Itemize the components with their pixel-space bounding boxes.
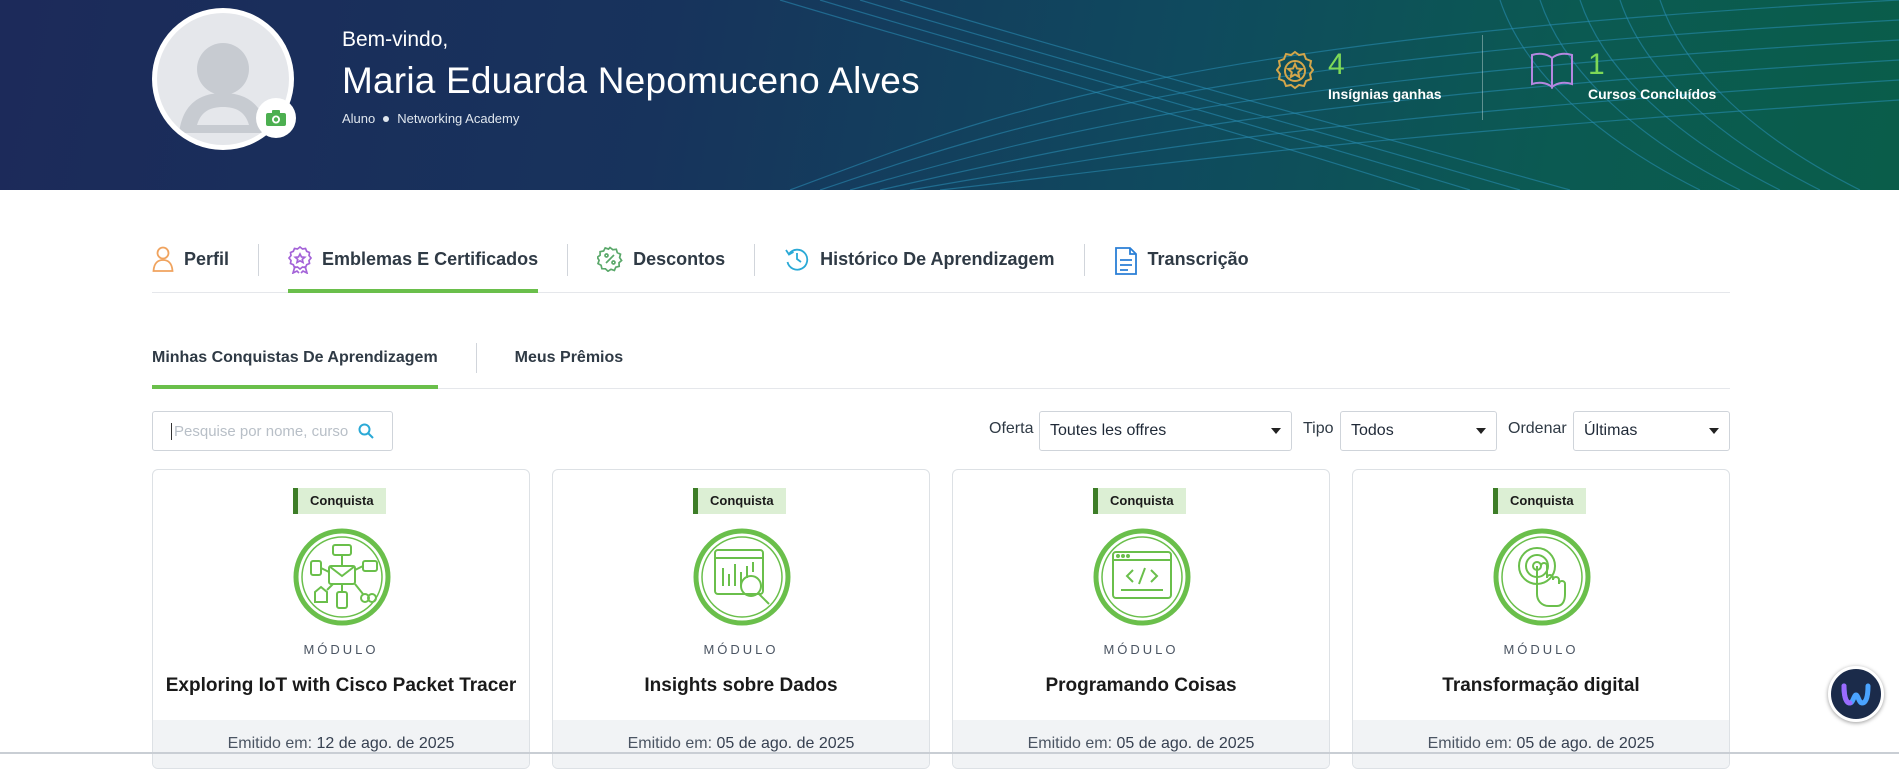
search-box [152,411,393,451]
course-title: Transformação digital [1442,675,1640,696]
type-filter-label: Tipo [1303,420,1334,437]
offer-select[interactable]: Toutes les offres [1039,411,1292,451]
course-title: Exploring IoT with Cisco Packet Tracer [165,675,517,696]
achievement-card[interactable]: Conquista MÓDULO Insights sobre Dados Em… [552,469,930,769]
main-tabs: Perfil Emblemas E Certificados Descontos [152,232,1730,293]
issued-info: Emitido em: 12 de ago. de 2025 [153,720,529,768]
course-title: Programando Coisas [1045,675,1237,696]
chevron-down-icon [1271,428,1281,434]
achievement-tag: Conquista [693,488,786,514]
issued-label: Emitido em: [1027,735,1113,752]
search-icon[interactable] [357,422,375,440]
profile-banner: Bem-vindo, Maria Eduarda Nepomuceno Alve… [0,0,1899,190]
tab-learning-history-label: Histórico De Aprendizagem [820,249,1055,269]
separator-dot [383,115,390,122]
document-icon [1114,247,1137,275]
tab-separator [567,244,569,276]
achievement-tag: Conquista [1093,488,1186,514]
type-select-value: Todos [1351,422,1394,439]
courses-count: 1 [1588,48,1605,81]
card-type: MÓDULO [1103,642,1179,657]
tab-profile-label: Perfil [184,249,230,269]
courses-completed-stat: 1 Cursos Concluídos [1530,50,1716,102]
tab-discounts[interactable]: Descontos [597,232,725,292]
subtab-my-achievements[interactable]: Minhas Conquistas De Aprendizagem [152,341,438,389]
sort-select[interactable]: Últimas [1573,411,1730,451]
subtab-separator [475,343,477,373]
chevron-down-icon [1476,428,1486,434]
issued-date: 12 de ago. de 2025 [316,735,455,752]
code-window-icon [1093,528,1191,626]
change-photo-button[interactable] [256,98,296,138]
offer-filter-label: Oferta [989,420,1034,437]
welcome-text: Bem-vindo, [342,28,449,51]
chevron-down-icon [1709,428,1719,434]
discount-icon [597,246,623,272]
user-organization: Networking Academy [397,111,520,126]
tab-separator [754,244,756,276]
sub-tabs: Minhas Conquistas De Aprendizagem Meus P… [152,341,1730,389]
user-name: Maria Eduarda Nepomuceno Alves [342,60,920,101]
assistant-button[interactable] [1828,666,1884,722]
iot-devices-icon [293,528,391,626]
issued-info: Emitido em: 05 de ago. de 2025 [553,720,929,768]
issued-date: 05 de ago. de 2025 [1516,735,1655,752]
touch-target-icon [1493,528,1591,626]
issued-info: Emitido em: 05 de ago. de 2025 [953,720,1329,768]
card-type: MÓDULO [303,642,379,657]
sort-filter-label: Ordenar [1508,420,1567,437]
type-select[interactable]: Todos [1340,411,1497,451]
courses-label: Cursos Concluídos [1588,86,1717,102]
camera-icon [266,110,286,126]
issued-date: 05 de ago. de 2025 [1116,735,1255,752]
badges-earned-stat: 4 Insígnias ganhas [1276,50,1442,102]
tab-learning-history[interactable]: Histórico De Aprendizagem [784,232,1055,292]
card-type: MÓDULO [703,642,779,657]
achievement-tag: Conquista [1493,488,1586,514]
tab-profile[interactable]: Perfil [152,232,229,292]
sort-select-value: Últimas [1584,422,1638,439]
tab-discounts-label: Descontos [633,249,726,269]
issued-date: 05 de ago. de 2025 [716,735,855,752]
open-book-icon [1531,52,1573,90]
user-icon [152,246,174,272]
user-role: Aluno [342,111,376,126]
achievement-card[interactable]: Conquista MÓDULO Exploring IoT with Cisc… [152,469,530,769]
data-magnifier-icon [693,528,791,626]
issued-info: Emitido em: 05 de ago. de 2025 [1353,720,1729,768]
tab-separator [258,244,260,276]
achievement-card[interactable]: Conquista MÓDULO Transformação digital E… [1352,469,1730,769]
badges-label: Insígnias ganhas [1328,86,1442,102]
user-meta: Aluno Networking Academy [342,111,519,126]
achievement-tag: Conquista [293,488,386,514]
page-bottom-border [0,752,1899,754]
award-icon [288,246,313,274]
tab-transcript-label: Transcrição [1147,249,1249,269]
history-icon [785,248,809,271]
tab-badges-certificates-label: Emblemas E Certificados [322,249,539,269]
badges-count: 4 [1328,48,1345,81]
chat-assistant-icon [1841,683,1871,706]
issued-label: Emitido em: [227,735,313,752]
issued-label: Emitido em: [1427,735,1513,752]
tab-separator [1083,244,1085,276]
offer-select-value: Toutes les offres [1050,422,1167,439]
achievement-card[interactable]: Conquista MÓDULO Programando Coisas Emit… [952,469,1330,769]
tab-badges-certificates[interactable]: Emblemas E Certificados [288,232,539,293]
tab-transcript[interactable]: Transcrição [1114,232,1249,292]
card-type: MÓDULO [1503,642,1579,657]
course-title: Insights sobre Dados [644,675,838,696]
search-input[interactable] [171,422,351,440]
subtab-my-awards[interactable]: Meus Prêmios [515,341,623,388]
issued-label: Emitido em: [627,735,713,752]
medal-icon [1276,50,1314,90]
stats-divider [1482,35,1483,120]
